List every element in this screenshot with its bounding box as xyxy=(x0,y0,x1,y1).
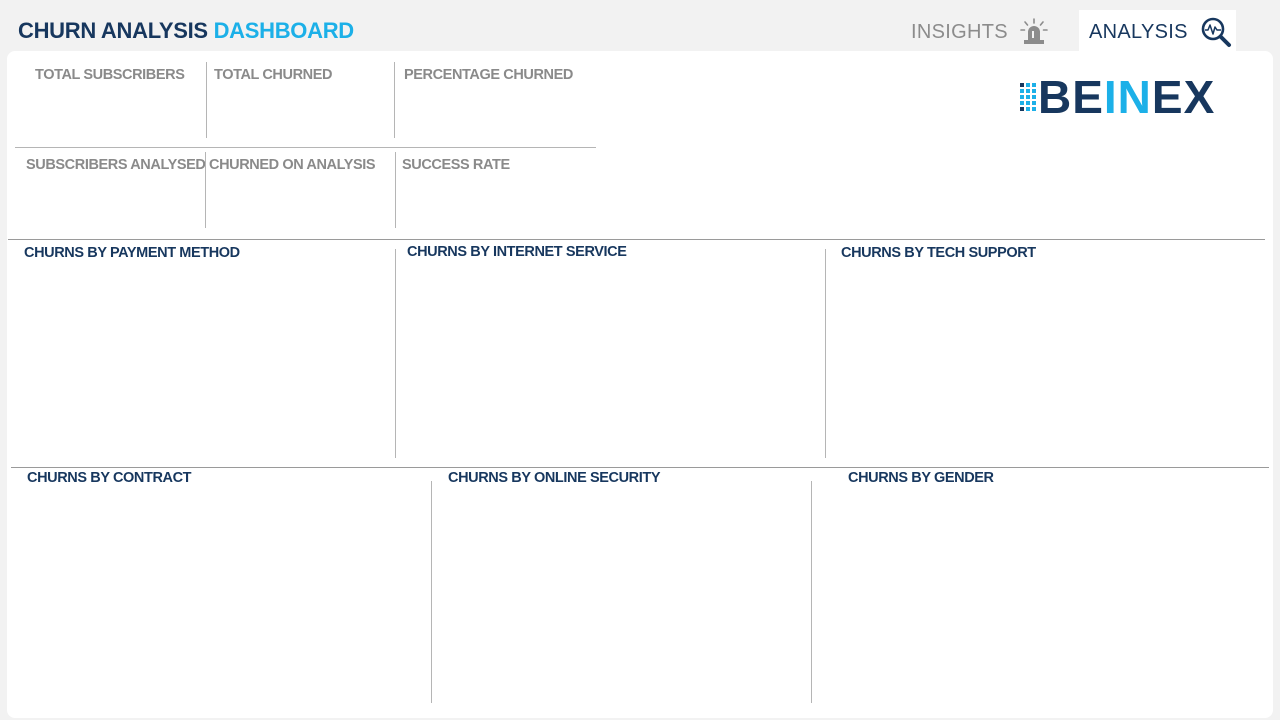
section-divider xyxy=(11,467,1269,468)
tab-insights-label: INSIGHTS xyxy=(911,20,1008,43)
divider xyxy=(205,152,206,228)
kpi-success-rate-label: SUCCESS RATE xyxy=(402,157,510,173)
logo-grid-icon xyxy=(1020,83,1036,111)
magnifier-pulse-icon xyxy=(1200,16,1232,48)
kpi-subscribers-analysed-label: SUBSCRIBERS ANALYSED xyxy=(26,157,206,173)
chart-payment-method-title: CHURNS BY PAYMENT METHOD xyxy=(24,245,240,261)
chart-online-security-title: CHURNS BY ONLINE SECURITY xyxy=(448,470,661,486)
divider xyxy=(206,62,207,138)
kpi-total-churned-label: TOTAL CHURNED xyxy=(214,67,333,83)
beinex-logo: BEINEX xyxy=(1020,74,1215,120)
logo-text: BEINEX xyxy=(1038,71,1216,123)
divider xyxy=(394,62,395,138)
title-accent: DASHBOARD xyxy=(213,18,355,43)
kpi-total-subscribers-label: TOTAL SUBSCRIBERS xyxy=(35,67,185,83)
kpi-percentage-churned-label: PERCENTAGE CHURNED xyxy=(404,67,573,83)
divider xyxy=(395,249,396,458)
title-main: CHURN ANALYSIS xyxy=(18,18,208,43)
kpi-churned-on-analysis-label: CHURNED ON ANALYSIS xyxy=(209,157,376,173)
page-title: CHURN ANALYSIS DASHBOARD xyxy=(18,18,354,44)
tab-analysis[interactable]: ANALYSIS xyxy=(1079,10,1236,54)
chart-contract-title: CHURNS BY CONTRACT xyxy=(27,470,192,486)
divider xyxy=(811,481,812,703)
divider xyxy=(431,481,432,703)
tab-insights[interactable]: INSIGHTS xyxy=(901,10,1058,54)
section-divider xyxy=(8,239,1265,240)
divider xyxy=(825,249,826,458)
siren-icon xyxy=(1020,18,1048,46)
tab-analysis-label: ANALYSIS xyxy=(1089,20,1188,43)
kpi-divider xyxy=(15,147,596,148)
chart-tech-support-title: CHURNS BY TECH SUPPORT xyxy=(841,245,1036,261)
chart-internet-service-title: CHURNS BY INTERNET SERVICE xyxy=(407,244,627,260)
dashboard-panel xyxy=(7,51,1273,718)
chart-gender-title: CHURNS BY GENDER xyxy=(848,470,994,486)
divider xyxy=(395,152,396,228)
